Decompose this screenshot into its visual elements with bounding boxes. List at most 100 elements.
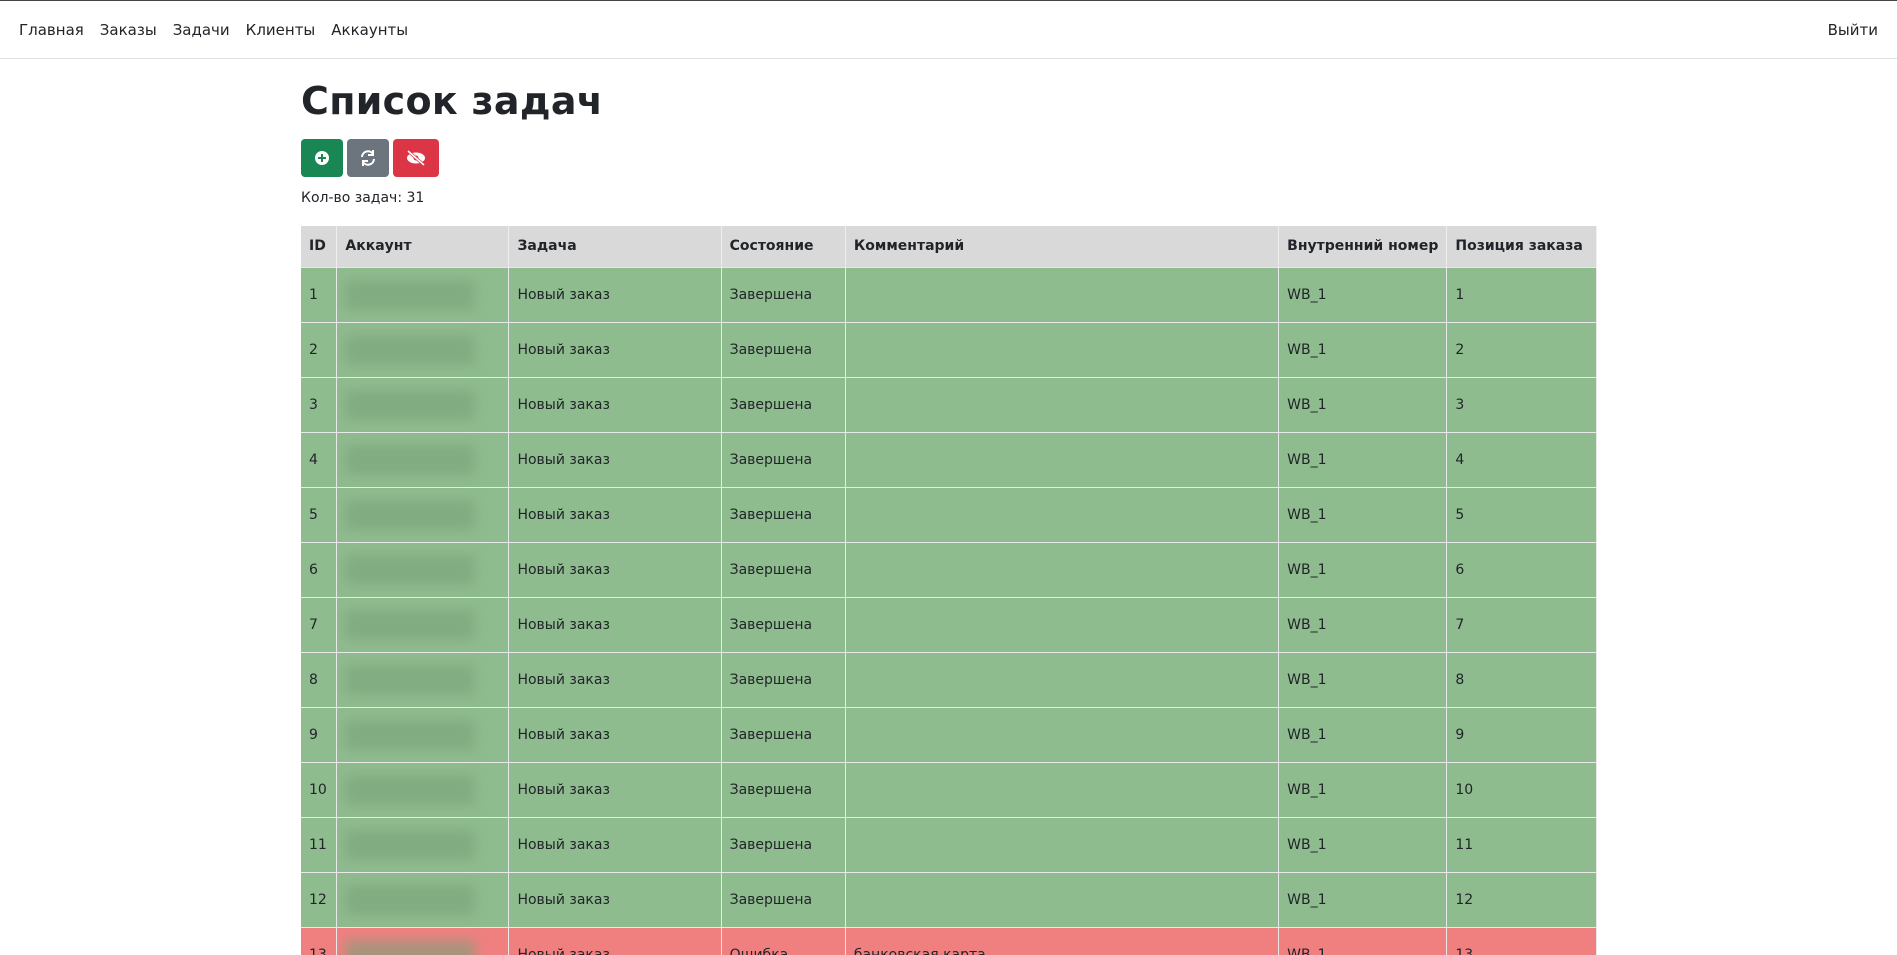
cell-comment — [845, 486, 1280, 542]
col-order-position[interactable]: Позиция заказа — [1446, 226, 1597, 267]
cell-id: 7 — [301, 596, 338, 652]
table-row[interactable]: 11 Новый заказ Завершена WB_1 11 — [301, 816, 1597, 872]
cell-state: Завершена — [721, 871, 846, 927]
cell-order-position: 4 — [1446, 431, 1597, 487]
cell-order-position: 2 — [1446, 321, 1597, 377]
cell-state: Завершена — [721, 706, 846, 762]
blurred-account — [345, 389, 476, 420]
cell-order-position: 8 — [1446, 651, 1597, 707]
cell-comment — [845, 376, 1280, 432]
cell-comment — [845, 321, 1280, 377]
cell-internal-number: WB_1 — [1278, 266, 1448, 322]
cell-task: Новый заказ — [508, 926, 722, 955]
table-row[interactable]: 5 Новый заказ Завершена WB_1 5 — [301, 486, 1597, 542]
cell-state: Завершена — [721, 321, 846, 377]
cell-order-position: 12 — [1446, 871, 1597, 927]
cell-task: Новый заказ — [508, 706, 722, 762]
cell-id: 1 — [301, 266, 338, 322]
cell-order-position: 3 — [1446, 376, 1597, 432]
cell-account — [336, 761, 510, 817]
cell-internal-number: WB_1 — [1278, 376, 1448, 432]
cell-account — [336, 596, 510, 652]
cell-order-position: 11 — [1446, 816, 1597, 872]
cell-id: 13 — [301, 926, 338, 955]
table-row[interactable]: 10 Новый заказ Завершена WB_1 10 — [301, 761, 1597, 817]
table-row[interactable]: 13 Новый заказ Ошибка банковская карта WB_1 1… — [301, 926, 1597, 955]
cell-account — [336, 376, 510, 432]
cell-task: Новый заказ — [508, 816, 722, 872]
blurred-account — [345, 279, 476, 310]
cell-comment — [845, 596, 1280, 652]
cell-internal-number: WB_1 — [1278, 761, 1448, 817]
table-row[interactable]: 9 Новый заказ Завершена WB_1 9 — [301, 706, 1597, 762]
cell-id: 3 — [301, 376, 338, 432]
cell-id: 4 — [301, 431, 338, 487]
col-account[interactable]: Аккаунт — [336, 226, 510, 267]
cell-task: Новый заказ — [508, 761, 722, 817]
cell-id: 2 — [301, 321, 338, 377]
cell-comment — [845, 266, 1280, 322]
cell-state: Завершена — [721, 541, 846, 597]
col-comment[interactable]: Комментарий — [845, 226, 1280, 267]
blurred-account — [345, 939, 476, 955]
table-row[interactable]: 3 Новый заказ Завершена WB_1 3 — [301, 376, 1597, 432]
cell-task: Новый заказ — [508, 431, 722, 487]
cell-id: 9 — [301, 706, 338, 762]
col-internal-number[interactable]: Внутренний номер — [1278, 226, 1448, 267]
cell-internal-number: WB_1 — [1278, 816, 1448, 872]
table-row[interactable]: 2 Новый заказ Завершена WB_1 2 — [301, 321, 1597, 377]
cell-task: Новый заказ — [508, 376, 722, 432]
cell-internal-number: WB_1 — [1278, 486, 1448, 542]
cell-state: Завершена — [721, 596, 846, 652]
cell-state: Завершена — [721, 761, 846, 817]
cell-account — [336, 651, 510, 707]
cell-order-position: 1 — [1446, 266, 1597, 322]
table-row[interactable]: 1 Новый заказ Завершена WB_1 1 — [301, 266, 1597, 322]
blurred-account — [345, 609, 476, 640]
cell-comment — [845, 706, 1280, 762]
logout-link[interactable]: Выйти — [1828, 21, 1878, 39]
cell-comment — [845, 871, 1280, 927]
cell-internal-number: WB_1 — [1278, 541, 1448, 597]
cell-comment — [845, 541, 1280, 597]
cell-internal-number: WB_1 — [1278, 431, 1448, 487]
cell-id: 11 — [301, 816, 338, 872]
cell-order-position: 6 — [1446, 541, 1597, 597]
cell-order-position: 10 — [1446, 761, 1597, 817]
cell-state: Завершена — [721, 376, 846, 432]
cell-task: Новый заказ — [508, 596, 722, 652]
cell-internal-number: WB_1 — [1278, 926, 1448, 955]
cell-state: Завершена — [721, 486, 846, 542]
table-row[interactable]: 4 Новый заказ Завершена WB_1 4 — [301, 431, 1597, 487]
cell-comment — [845, 761, 1280, 817]
cell-task: Новый заказ — [508, 871, 722, 927]
cell-comment — [845, 431, 1280, 487]
table-row[interactable]: 7 Новый заказ Завершена WB_1 7 — [301, 596, 1597, 652]
col-task[interactable]: Задача — [508, 226, 722, 267]
tasks-table: ID Аккаунт Задача Состояние Комментарий … — [301, 226, 1597, 955]
table-header: ID Аккаунт Задача Состояние Комментарий … — [301, 226, 1597, 267]
cell-id: 5 — [301, 486, 338, 542]
cell-internal-number: WB_1 — [1278, 596, 1448, 652]
table-row[interactable]: 6 Новый заказ Завершена WB_1 6 — [301, 541, 1597, 597]
cell-account — [336, 321, 510, 377]
blurred-account — [345, 884, 476, 915]
cell-account — [336, 926, 510, 955]
blurred-account — [345, 499, 476, 530]
cell-state: Ошибка — [721, 926, 846, 955]
col-id[interactable]: ID — [301, 226, 338, 267]
table-row[interactable]: 12 Новый заказ Завершена WB_1 12 — [301, 871, 1597, 927]
col-state[interactable]: Состояние — [721, 226, 846, 267]
blurred-account — [345, 554, 476, 585]
cell-task: Новый заказ — [508, 486, 722, 542]
cell-task: Новый заказ — [508, 651, 722, 707]
cell-state: Завершена — [721, 266, 846, 322]
cell-account — [336, 706, 510, 762]
cell-comment — [845, 651, 1280, 707]
cell-state: Завершена — [721, 651, 846, 707]
cell-internal-number: WB_1 — [1278, 651, 1448, 707]
blurred-account — [345, 334, 476, 365]
cell-account — [336, 486, 510, 542]
table-row[interactable]: 8 Новый заказ Завершена WB_1 8 — [301, 651, 1597, 707]
blurred-account — [345, 719, 476, 750]
